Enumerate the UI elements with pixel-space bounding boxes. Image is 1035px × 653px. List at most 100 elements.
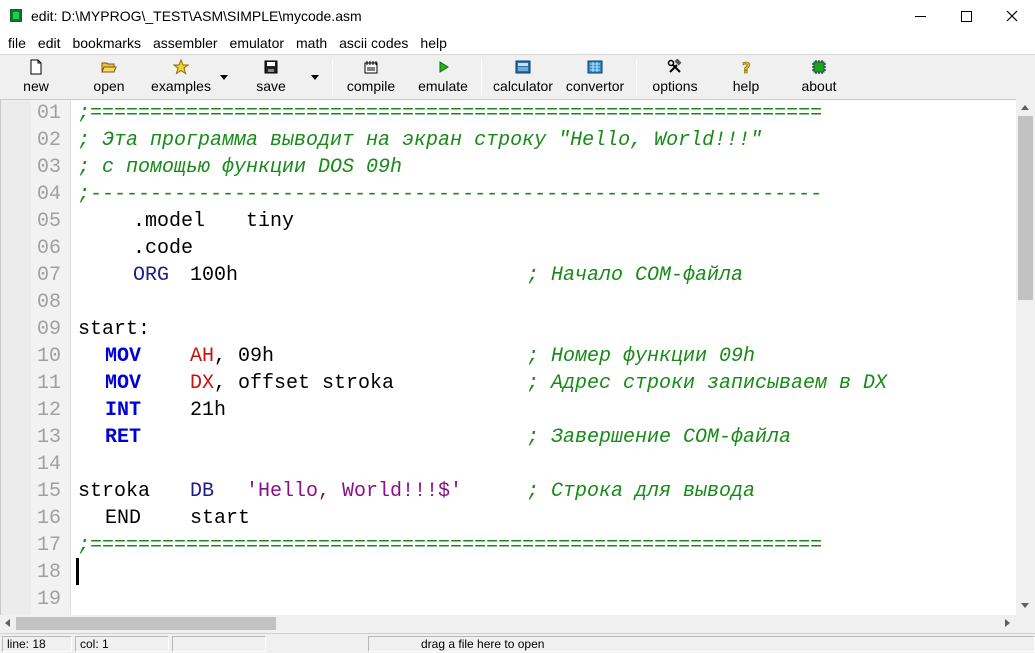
comment: ; Начало COM-файла	[527, 264, 744, 287]
horizontal-scrollbar[interactable]	[0, 615, 1016, 632]
horizontal-scroll-thumb[interactable]	[16, 617, 276, 630]
operand: 21h	[190, 399, 227, 422]
comment: ;---------------------------------------…	[78, 183, 823, 206]
title-bar: edit: D:\MYPROG\_TEST\ASM\SIMPLE\mycode.…	[0, 0, 1035, 32]
maximize-button[interactable]	[943, 0, 989, 32]
new-file-icon	[30, 59, 42, 75]
operand: , offset stroka	[214, 372, 395, 395]
code-line: 16 END start	[1, 505, 1016, 532]
comment: ; Номер функции 09h	[527, 345, 756, 368]
status-bar: line: 18 col: 1 drag a file here to open	[0, 633, 1035, 653]
scroll-right-icon[interactable]	[1005, 619, 1010, 627]
line-number: 18	[37, 561, 62, 584]
save-dropdown-arrow[interactable]	[311, 75, 319, 80]
line-number: 19	[37, 588, 62, 611]
menu-bookmarks[interactable]: bookmarks	[64, 32, 146, 54]
menu-edit[interactable]: edit	[30, 32, 67, 54]
save-button[interactable]: save	[248, 57, 294, 97]
status-line: line: 18	[2, 636, 72, 652]
minimize-button[interactable]	[897, 0, 943, 32]
compile-label: compile	[346, 78, 396, 94]
compile-button[interactable]: compile	[342, 57, 400, 97]
examples-dropdown-arrow[interactable]	[220, 75, 228, 80]
about-label: about	[801, 78, 837, 94]
code-line: 03 ; с помощью функции DOS 09h	[1, 154, 1016, 181]
chip-icon	[812, 60, 826, 74]
line-number: 12	[37, 399, 62, 422]
line-number: 01	[37, 102, 62, 125]
calculator-button[interactable]: calculator	[488, 57, 558, 97]
app-icon	[10, 9, 22, 22]
line-number: 08	[37, 291, 62, 314]
string-literal: 'Hello, World!!!$'	[246, 480, 463, 503]
code-line: 19	[1, 586, 1016, 613]
line-number: 10	[37, 345, 62, 368]
line-number: 09	[37, 318, 62, 341]
directive: .code	[133, 237, 194, 260]
code-line: 02 ; Эта программа выводит на экран строк…	[1, 127, 1016, 154]
scroll-down-icon[interactable]	[1021, 603, 1029, 608]
code-line: 12 INT 21h	[1, 397, 1016, 424]
about-button[interactable]: about	[794, 57, 844, 97]
code-line: 09 start:	[1, 316, 1016, 343]
line-number: 03	[37, 156, 62, 179]
open-button[interactable]: open	[84, 57, 134, 97]
menu-ascii-codes[interactable]: ascii codes	[331, 32, 414, 54]
directive: .model	[133, 210, 206, 233]
emulate-button[interactable]: emulate	[412, 57, 474, 97]
new-button[interactable]: new	[12, 57, 60, 97]
vertical-scrollbar[interactable]	[1016, 99, 1035, 615]
menu-help[interactable]: help	[412, 32, 452, 54]
scroll-left-icon[interactable]	[5, 619, 10, 627]
convertor-icon	[587, 60, 603, 74]
comment: ; Строка для вывода	[527, 480, 756, 503]
line-number: 16	[37, 507, 62, 530]
options-button[interactable]: options	[646, 57, 704, 97]
calculator-label: calculator	[493, 78, 553, 94]
code-line: 08	[1, 289, 1016, 316]
keyword: MOV	[105, 345, 142, 368]
toolbar-separator	[332, 59, 333, 95]
label: start:	[78, 318, 151, 341]
code-line: 15 stroka DB 'Hello, World!!!$' ; Строка для…	[1, 478, 1016, 505]
toolbar-separator	[636, 59, 637, 95]
line-number: 17	[37, 534, 62, 557]
convertor-label: convertor	[565, 78, 625, 94]
compile-icon	[364, 61, 378, 74]
menu-file[interactable]: file	[0, 32, 32, 54]
vertical-scroll-thumb[interactable]	[1018, 116, 1033, 300]
examples-label: examples	[151, 78, 211, 94]
menu-assembler[interactable]: assembler	[145, 32, 224, 54]
close-icon	[1006, 10, 1018, 22]
svg-text:?: ?	[742, 59, 751, 75]
scrollbar-corner	[1016, 615, 1035, 632]
line-number: 14	[37, 453, 62, 476]
save-label: save	[256, 78, 286, 94]
convertor-button[interactable]: convertor	[561, 57, 629, 97]
emulate-label: emulate	[418, 78, 468, 94]
keyword: RET	[105, 426, 142, 449]
status-empty-cell	[172, 636, 266, 652]
line-number: 07	[37, 264, 62, 287]
examples-button[interactable]: examples	[146, 57, 216, 97]
keyword: MOV	[105, 372, 142, 395]
open-folder-icon	[101, 62, 117, 73]
menu-math[interactable]: math	[288, 32, 333, 54]
directive: END	[105, 507, 142, 530]
operand: , 09h	[214, 345, 275, 368]
tools-icon	[667, 59, 682, 73]
help-button[interactable]: ? help	[724, 57, 768, 97]
close-button[interactable]	[989, 0, 1035, 32]
comment: ; с помощью функции DOS 09h	[78, 156, 403, 179]
operand: start	[190, 507, 251, 530]
help-label: help	[732, 78, 760, 94]
register: AH	[190, 345, 215, 368]
menu-emulator[interactable]: emulator	[222, 32, 290, 54]
code-editor[interactable]: 01 ;=====================================…	[0, 99, 1016, 615]
code-line: 05 .model tiny	[1, 208, 1016, 235]
comment: ; Завершение COM-файла	[527, 426, 792, 449]
scroll-up-icon[interactable]	[1021, 105, 1029, 110]
options-label: options	[652, 78, 698, 94]
comment: ; Эта программа выводит на экран строку …	[78, 129, 763, 152]
play-icon	[439, 61, 449, 73]
